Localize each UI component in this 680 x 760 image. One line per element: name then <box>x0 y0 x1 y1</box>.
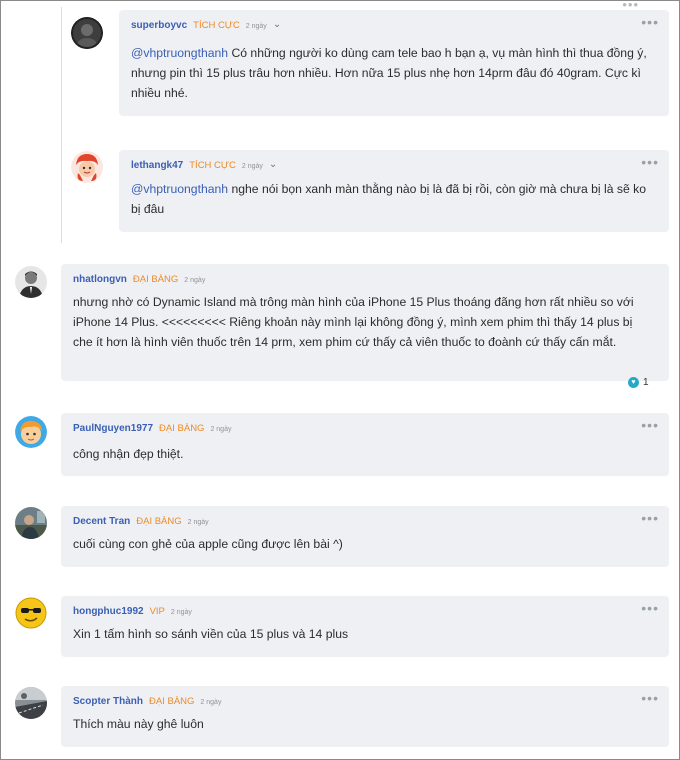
avatar-photo-icon[interactable] <box>15 507 47 539</box>
username[interactable]: Scopter Thành <box>73 696 143 707</box>
comment-bubble: nhatlongvn ĐẠI BÀNG 2 ngày nhưng nhờ có … <box>61 264 669 381</box>
more-options-icon[interactable]: ••• <box>641 691 659 705</box>
comment-bubble: Scopter Thành ĐẠI BÀNG 2 ngày ••• Thích … <box>61 686 669 747</box>
comment-body: công nhận đẹp thiệt. <box>73 447 184 461</box>
comment-item: lethangk47 TÍCH CỰC 2 ngày ⌄ ••• @vhptru… <box>1 141 680 241</box>
timestamp[interactable]: 2 ngày <box>200 699 221 706</box>
user-rank-badge: ĐẠI BÀNG <box>159 423 205 434</box>
comment-bubble: PaulNguyen1977 ĐẠI BÀNG 2 ngày ••• công … <box>61 413 669 476</box>
timestamp[interactable]: 2 ngày <box>184 277 205 284</box>
username[interactable]: hongphuc1992 <box>73 606 144 617</box>
avatar-red-cartoon-icon[interactable] <box>71 151 103 183</box>
user-rank-badge: TÍCH CỰC <box>193 20 240 31</box>
timestamp[interactable]: 2 ngày <box>171 609 192 616</box>
more-options-icon[interactable]: ••• <box>641 511 659 525</box>
user-rank-badge: ĐẠI BÀNG <box>149 696 195 707</box>
username[interactable]: PaulNguyen1977 <box>73 423 153 434</box>
chevron-down-icon[interactable]: ⌄ <box>269 159 277 170</box>
heart-reaction-icon: ♥ <box>628 377 639 388</box>
user-rank-badge: VIP <box>149 606 165 617</box>
username[interactable]: superboyvc <box>131 20 187 31</box>
more-options-icon[interactable]: ••• <box>641 601 659 615</box>
username[interactable]: nhatlongvn <box>73 274 127 285</box>
avatar-dark-profile-icon[interactable] <box>71 17 103 49</box>
comment-body: cuối cùng con ghẻ của apple cũng được lê… <box>73 537 343 551</box>
avatar-man-portrait-icon[interactable] <box>15 266 47 298</box>
user-rank-badge: TÍCH CỰC <box>189 160 236 171</box>
comment-item: Decent Tran ĐẠI BÀNG 2 ngày ••• cuối cùn… <box>1 499 680 579</box>
reaction-button[interactable]: ♥ 1 <box>628 377 649 388</box>
comment-bubble: Decent Tran ĐẠI BÀNG 2 ngày ••• cuối cùn… <box>61 506 669 567</box>
timestamp[interactable]: 2 ngày <box>210 426 231 433</box>
comment-thread: ••• superboyvc TÍCH CỰC 2 ngày ⌄ ••• @vh… <box>0 0 680 760</box>
comment-item: superboyvc TÍCH CỰC 2 ngày ⌄ ••• @vhptru… <box>1 1 680 121</box>
more-options-icon[interactable]: ••• <box>641 15 659 29</box>
more-options-icon[interactable]: ••• <box>641 418 659 432</box>
comment-item: hongphuc1992 VIP 2 ngày ••• Xin 1 tấm hì… <box>1 589 680 669</box>
timestamp[interactable]: 2 ngày <box>246 23 267 30</box>
comment-text: @vhptruongthanh Có những người ko dùng c… <box>131 43 655 103</box>
more-options-icon[interactable]: ••• <box>641 155 659 169</box>
comment-body: nhưng nhờ có Dynamic Island mà trông màn… <box>73 295 634 349</box>
user-mention-link[interactable]: @vhptruongthanh <box>131 46 228 60</box>
username[interactable]: Decent Tran <box>73 516 130 527</box>
comment-body: Xin 1 tấm hình so sánh viền của 15 plus … <box>73 627 349 641</box>
user-rank-badge: ĐẠI BÀNG <box>136 516 182 527</box>
user-mention-link[interactable]: @vhptruongthanh <box>131 182 228 196</box>
timestamp[interactable]: 2 ngày <box>188 519 209 526</box>
avatar-sunglasses-emoji-icon[interactable] <box>15 597 47 629</box>
comment-item: PaulNguyen1977 ĐẠI BÀNG 2 ngày ••• công … <box>1 406 680 486</box>
comment-bubble: superboyvc TÍCH CỰC 2 ngày ⌄ ••• @vhptru… <box>119 10 669 116</box>
timestamp[interactable]: 2 ngày <box>242 163 263 170</box>
reaction-count: 1 <box>643 377 649 388</box>
comment-bubble: lethangk47 TÍCH CỰC 2 ngày ⌄ ••• @vhptru… <box>119 150 669 232</box>
comment-item: Scopter Thành ĐẠI BÀNG 2 ngày ••• Thích … <box>1 679 680 759</box>
avatar-road-photo-icon[interactable] <box>15 687 47 719</box>
comment-item: nhatlongvn ĐẠI BÀNG 2 ngày nhưng nhờ có … <box>1 256 680 396</box>
comment-text: @vhptruongthanh nghe nói bọn xanh màn th… <box>131 179 655 219</box>
username[interactable]: lethangk47 <box>131 160 183 171</box>
comment-body: Thích màu này ghê luôn <box>73 717 204 731</box>
comment-bubble: hongphuc1992 VIP 2 ngày ••• Xin 1 tấm hì… <box>61 596 669 657</box>
avatar-cartoon-boy-icon[interactable] <box>15 416 47 448</box>
chevron-down-icon[interactable]: ⌄ <box>273 19 281 30</box>
user-rank-badge: ĐẠI BÀNG <box>132 274 179 285</box>
